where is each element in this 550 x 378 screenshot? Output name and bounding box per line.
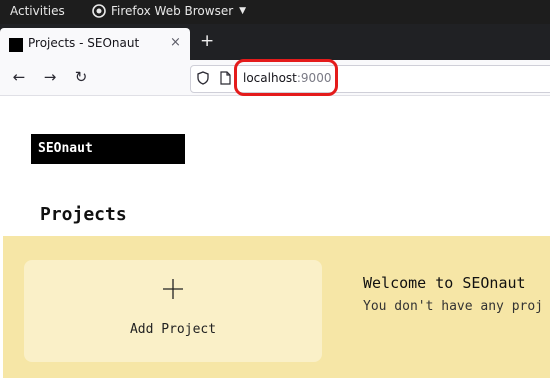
annotation-highlight [234, 59, 338, 96]
tab-title: Projects - SEOnaut [28, 36, 140, 50]
app-menu[interactable]: Firefox Web Browser ▼ [92, 4, 246, 18]
page-title: Projects [40, 204, 127, 225]
seonaut-logo[interactable]: SEOnaut [31, 134, 185, 164]
activities-button[interactable]: Activities [10, 4, 65, 18]
page-icon[interactable] [220, 71, 231, 85]
forward-arrow-icon[interactable]: → [41, 68, 59, 86]
page-content: SEOnaut Projects Add Project Welcome to … [0, 96, 550, 378]
chevron-down-icon: ▼ [239, 6, 247, 16]
plus-icon [163, 279, 183, 299]
back-arrow-icon[interactable]: ← [10, 68, 28, 86]
tab-strip: Projects - SEOnaut × + [0, 24, 550, 60]
shield-icon[interactable] [197, 71, 209, 85]
welcome-title: Welcome to SEOnaut [363, 274, 526, 292]
add-project-label: Add Project [129, 322, 217, 337]
system-top-bar: Activities Firefox Web Browser ▼ [0, 0, 550, 24]
plus-icon[interactable]: + [200, 31, 214, 51]
app-menu-label: Firefox Web Browser [111, 4, 234, 18]
tab-projects-seonaut[interactable]: Projects - SEOnaut × [0, 28, 190, 60]
close-icon[interactable]: × [170, 35, 181, 50]
add-project-button[interactable]: Add Project [24, 260, 322, 362]
reload-icon[interactable]: ↻ [72, 68, 90, 86]
projects-panel: Add Project Welcome to SEOnaut You don't… [3, 236, 550, 378]
welcome-text: You don't have any proj [363, 299, 544, 314]
firefox-icon [92, 4, 106, 18]
favicon-icon [9, 38, 23, 52]
